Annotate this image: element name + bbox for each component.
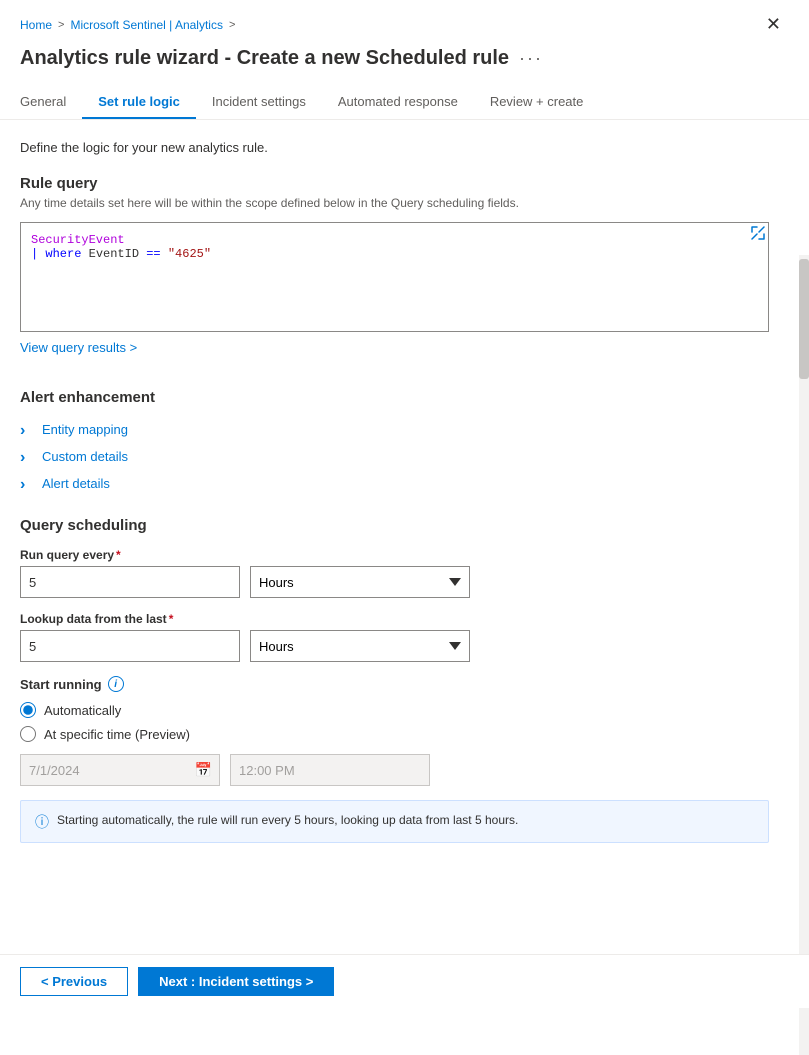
alert-enhancement-title: Alert enhancement	[20, 389, 769, 406]
radio-automatically-input[interactable]	[20, 702, 36, 718]
alert-details-toggle[interactable]: Alert details	[20, 470, 769, 497]
lookup-data-field: Lookup data from the last* Hours Minutes…	[20, 612, 769, 662]
tab-automated-response[interactable]: Automated response	[322, 86, 474, 119]
previous-button[interactable]: < Previous	[20, 967, 128, 996]
date-input	[20, 754, 220, 786]
view-query-results-link[interactable]: View query results >	[20, 340, 137, 355]
radio-specific-time-label: At specific time (Preview)	[44, 727, 190, 742]
tab-general[interactable]: General	[20, 86, 82, 119]
rule-query-subtitle: Any time details set here will be within…	[20, 196, 769, 210]
rule-query-title: Rule query	[20, 175, 769, 192]
footer-nav: < Previous Next : Incident settings >	[0, 954, 809, 1008]
alert-enhancement-section: Alert enhancement Entity mapping Custom …	[20, 389, 769, 497]
run-query-number-input[interactable]	[20, 566, 240, 598]
radio-specific-time-input[interactable]	[20, 726, 36, 742]
lookup-data-label: Lookup data from the last*	[20, 612, 769, 626]
custom-details-toggle[interactable]: Custom details	[20, 443, 769, 470]
tab-incident-settings[interactable]: Incident settings	[196, 86, 322, 119]
radio-automatically-label: Automatically	[44, 703, 121, 718]
alert-details-label: Alert details	[42, 476, 110, 491]
breadcrumb-sep1: >	[58, 19, 64, 31]
next-button[interactable]: Next : Incident settings >	[138, 967, 334, 996]
custom-details-chevron	[20, 450, 34, 464]
start-running-info-icon[interactable]: i	[108, 676, 124, 692]
close-button[interactable]: ✕	[758, 10, 789, 39]
lookup-data-input-row: Hours Minutes Days	[20, 630, 769, 662]
page-title-row: Analytics rule wizard - Create a new Sch…	[0, 39, 809, 70]
intro-text: Define the logic for your new analytics …	[20, 140, 769, 155]
datetime-row: 📅	[20, 754, 769, 786]
time-input	[230, 754, 430, 786]
entity-mapping-chevron	[20, 423, 34, 437]
run-query-unit-select[interactable]: Hours Minutes Days	[250, 566, 470, 598]
info-box: ⓘ Starting automatically, the rule will …	[20, 800, 769, 843]
breadcrumb-sep2: >	[229, 19, 235, 31]
info-box-text: Starting automatically, the rule will ru…	[57, 811, 518, 829]
query-editor[interactable]: SecurityEvent | where EventID == "4625"	[20, 222, 769, 332]
tab-review-create[interactable]: Review + create	[474, 86, 600, 119]
page-title: Analytics rule wizard - Create a new Sch…	[20, 47, 509, 70]
info-box-icon: ⓘ	[35, 812, 49, 832]
run-query-input-row: Hours Minutes Days	[20, 566, 769, 598]
breadcrumb: Home > Microsoft Sentinel | Analytics >	[20, 18, 235, 32]
entity-mapping-toggle[interactable]: Entity mapping	[20, 416, 769, 443]
breadcrumb-home[interactable]: Home	[20, 18, 52, 32]
entity-mapping-label: Entity mapping	[42, 422, 128, 437]
run-query-field: Run query every* Hours Minutes Days	[20, 548, 769, 598]
tabs-bar: General Set rule logic Incident settings…	[0, 70, 809, 120]
custom-details-label: Custom details	[42, 449, 128, 464]
top-bar: Home > Microsoft Sentinel | Analytics > …	[0, 0, 809, 39]
radio-automatically[interactable]: Automatically	[20, 702, 769, 718]
lookup-data-number-input[interactable]	[20, 630, 240, 662]
rule-query-section: Rule query Any time details set here wil…	[20, 175, 769, 375]
query-expand-button[interactable]	[751, 226, 765, 243]
date-input-wrapper: 📅	[20, 754, 220, 786]
breadcrumb-sentinel[interactable]: Microsoft Sentinel | Analytics	[70, 18, 223, 32]
query-box-wrapper: SecurityEvent | where EventID == "4625"	[20, 222, 769, 332]
start-running-radio-group: Automatically At specific time (Preview)	[20, 702, 769, 742]
lookup-data-unit-select[interactable]: Hours Minutes Days	[250, 630, 470, 662]
start-running-section: Start running i Automatically At specifi…	[20, 676, 769, 843]
start-running-label: Start running i	[20, 676, 769, 692]
run-query-label: Run query every*	[20, 548, 769, 562]
query-scheduling-section: Query scheduling Run query every* Hours …	[20, 517, 769, 843]
more-options-button[interactable]: ···	[519, 48, 543, 69]
radio-specific-time[interactable]: At specific time (Preview)	[20, 726, 769, 742]
query-scheduling-title: Query scheduling	[20, 517, 769, 534]
alert-details-chevron	[20, 477, 34, 491]
main-content: Define the logic for your new analytics …	[0, 120, 809, 923]
tab-set-rule-logic[interactable]: Set rule logic	[82, 86, 196, 119]
